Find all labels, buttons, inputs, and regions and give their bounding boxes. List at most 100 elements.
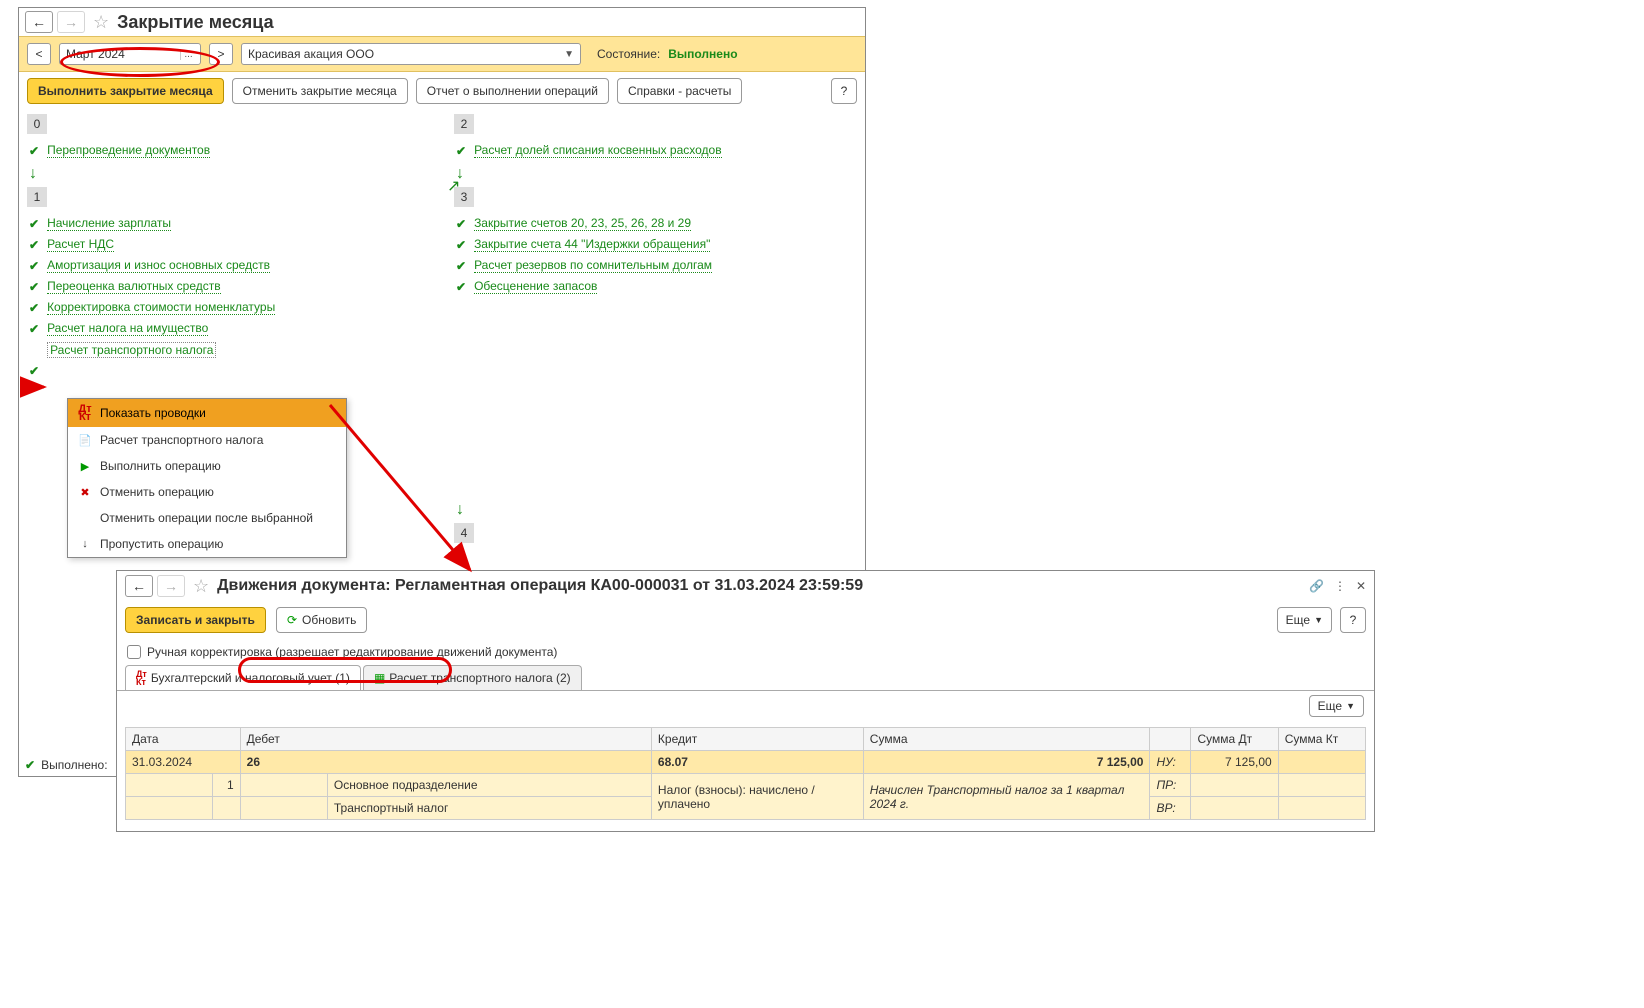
th-sum-kt: Сумма Кт	[1278, 728, 1365, 751]
op-payroll[interactable]: Начисление зарплаты	[47, 216, 171, 231]
page-title: Закрытие месяца	[117, 12, 273, 33]
run-closing-button[interactable]: Выполнить закрытие месяца	[27, 78, 224, 104]
op-close-account-44[interactable]: Закрытие счета 44 "Издержки обращения"	[474, 237, 710, 252]
tab-accounting[interactable]: ДтКт Бухгалтерский и налоговый учет (1)	[125, 665, 361, 690]
menu-cancel-after[interactable]: Отменить операции после выбранной	[68, 505, 346, 531]
period-picker-icon[interactable]: ...	[180, 49, 196, 60]
th-sum: Сумма	[863, 728, 1150, 751]
favorite-star-icon[interactable]: ☆	[193, 576, 209, 597]
more-button-inner[interactable]: Еще ▼	[1309, 695, 1364, 717]
check-icon: ✔	[456, 259, 466, 273]
menu-skip-operation[interactable]: ↓ Пропустить операцию	[68, 531, 346, 557]
document-movements-window: ← → ☆ Движения документа: Регламентная о…	[116, 570, 1375, 832]
back-button[interactable]: ←	[25, 11, 53, 33]
close-icon[interactable]: ✕	[1356, 579, 1366, 593]
operation-row: ✔ Перепроведение документов	[27, 140, 430, 161]
check-icon: ✔	[456, 280, 466, 294]
diagonal-arrow-icon: ↗	[447, 176, 460, 196]
dropdown-icon: ▼	[1314, 615, 1323, 625]
table-header-row: Дата Дебет Кредит Сумма Сумма Дт Сумма К…	[126, 728, 1366, 751]
op-property-tax[interactable]: Расчет налога на имущество	[47, 321, 208, 336]
grid-icon: ▦	[374, 671, 385, 685]
save-close-button[interactable]: Записать и закрыть	[125, 607, 266, 633]
entry-row-sub1[interactable]: 1 Основное подразделение Налог (взносы):…	[126, 774, 1366, 797]
op-transport-tax[interactable]: Расчет транспортного налога	[47, 342, 216, 358]
next-period-button[interactable]: >	[209, 43, 233, 65]
cell-sum-dt-nu: 7 125,00	[1191, 751, 1278, 774]
op-close-accounts-20-29[interactable]: Закрытие счетов 20, 23, 25, 26, 28 и 29	[474, 216, 691, 231]
cell-empty	[240, 774, 327, 797]
footer-status: ✔ Выполнено:	[25, 758, 108, 772]
th-sum-dt: Сумма Дт	[1191, 728, 1278, 751]
op-cost-adjustment[interactable]: Корректировка стоимости номенклатуры	[47, 300, 275, 315]
op-indirect-costs[interactable]: Расчет долей списания косвенных расходов	[474, 143, 722, 158]
menu-cancel-operation[interactable]: ✖ Отменить операцию	[68, 479, 346, 505]
menu-run-operation[interactable]: ▶ Выполнить операцию	[68, 453, 346, 479]
tab-transport-tax[interactable]: ▦ Расчет транспортного налога (2)	[363, 665, 582, 690]
inner-more-row: Еще ▼	[117, 691, 1374, 721]
action-bar-2: Записать и закрыть ⟳ Обновить Еще ▼ ?	[117, 601, 1374, 639]
references-button[interactable]: Справки - расчеты	[617, 78, 742, 104]
cell-debit-acc: 26	[240, 751, 651, 774]
th-debit: Дебет	[240, 728, 651, 751]
cell-empty	[213, 797, 240, 820]
prev-period-button[interactable]: <	[27, 43, 51, 65]
dropdown-icon: ▼	[1346, 701, 1355, 711]
check-icon: ✔	[456, 144, 466, 158]
nav-toolbar-2: ← → ☆ Движения документа: Регламентная о…	[117, 571, 1374, 601]
period-value: Март 2024	[66, 47, 125, 61]
arrow-down-icon: ↓	[27, 161, 430, 187]
operation-context-menu: ДтКт Показать проводки 📄 Расчет транспор…	[67, 398, 347, 558]
dropdown-icon: ▼	[564, 49, 574, 60]
op-doubtful-debts[interactable]: Расчет резервов по сомнительным долгам	[474, 258, 712, 273]
back-button[interactable]: ←	[125, 575, 153, 597]
more-button[interactable]: Еще ▼	[1277, 607, 1332, 633]
entry-row-main[interactable]: 31.03.2024 26 68.07 7 125,00 НУ: 7 125,0…	[126, 751, 1366, 774]
kebab-icon[interactable]: ⋮	[1334, 579, 1346, 593]
th-date: Дата	[126, 728, 241, 751]
cell-vr-label: ВР:	[1150, 797, 1191, 820]
menu-show-entries[interactable]: ДтКт Показать проводки	[68, 399, 346, 427]
cell-sum-kt-nu	[1278, 751, 1365, 774]
entries-table: Дата Дебет Кредит Сумма Сумма Дт Сумма К…	[125, 727, 1366, 820]
cell-sub-debit2: Транспортный налог	[327, 797, 651, 820]
help-button[interactable]: ?	[831, 78, 857, 104]
op-currency-revaluation[interactable]: Переоценка валютных средств	[47, 279, 221, 294]
menu-calc-transport-tax[interactable]: 📄 Расчет транспортного налога	[68, 427, 346, 453]
favorite-star-icon[interactable]: ☆	[93, 12, 109, 33]
check-icon: ✔	[456, 238, 466, 252]
action-bar: Выполнить закрытие месяца Отменить закры…	[19, 72, 865, 110]
window-right-icons: 🔗 ⋮ ✕	[1309, 579, 1366, 593]
forward-button[interactable]: →	[57, 11, 85, 33]
cancel-closing-button[interactable]: Отменить закрытие месяца	[232, 78, 408, 104]
cell-empty	[240, 797, 327, 820]
op-vat[interactable]: Расчет НДС	[47, 237, 114, 252]
help-button[interactable]: ?	[1340, 607, 1366, 633]
cancel-icon: ✖	[78, 486, 92, 499]
state-label: Состояние:	[597, 47, 660, 61]
period-input[interactable]: Март 2024 ...	[59, 43, 201, 65]
document-icon: 📄	[78, 434, 92, 447]
check-icon: ✔	[29, 144, 39, 158]
op-repost-documents[interactable]: Перепроведение документов	[47, 143, 210, 158]
organization-select[interactable]: Красивая акация ООО ▼	[241, 43, 581, 65]
section-1-badge: 1	[27, 187, 47, 207]
op-inventory-impairment[interactable]: Обесценение запасов	[474, 279, 597, 294]
cell-rownum: 1	[213, 774, 240, 797]
cell-sum-dt-pr	[1191, 774, 1278, 797]
forward-button[interactable]: →	[157, 575, 185, 597]
manual-edit-checkbox[interactable]	[127, 645, 141, 659]
check-icon: ✔	[25, 758, 35, 772]
cell-date: 31.03.2024	[126, 751, 241, 774]
nav-toolbar: ← → ☆ Закрытие месяца	[19, 8, 865, 36]
skip-icon: ↓	[78, 538, 92, 550]
cell-pr-label: ПР:	[1150, 774, 1191, 797]
section-0-badge: 0	[27, 114, 47, 134]
op-depreciation[interactable]: Амортизация и износ основных средств	[47, 258, 270, 273]
state-value: Выполнено	[668, 47, 737, 61]
report-button[interactable]: Отчет о выполнении операций	[416, 78, 609, 104]
check-icon: ✔	[29, 301, 39, 315]
refresh-button[interactable]: ⟳ Обновить	[276, 607, 367, 633]
link-icon[interactable]: 🔗	[1309, 579, 1324, 593]
dtkt-icon: ДтКт	[136, 670, 147, 686]
